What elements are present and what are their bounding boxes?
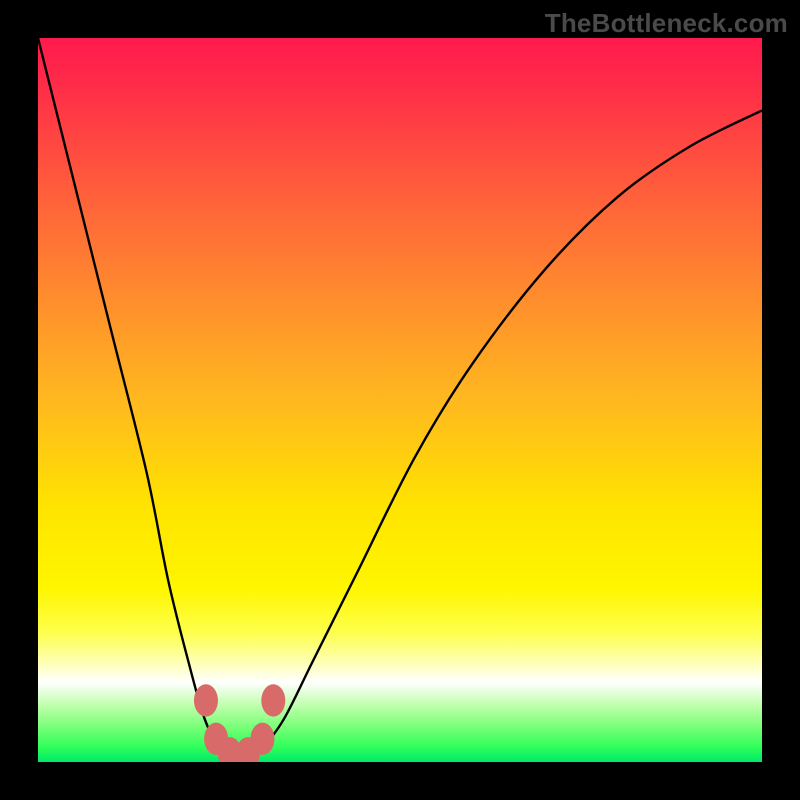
bottleneck-curve [38, 38, 762, 760]
curve-marker [194, 684, 218, 716]
curve-path [38, 38, 762, 760]
plot-area [38, 38, 762, 762]
marker-group [194, 684, 285, 762]
curve-marker [261, 684, 285, 716]
curve-marker [250, 723, 274, 755]
chart-frame: TheBottleneck.com [0, 0, 800, 800]
watermark-text: TheBottleneck.com [545, 8, 788, 39]
chart-svg [38, 38, 762, 762]
